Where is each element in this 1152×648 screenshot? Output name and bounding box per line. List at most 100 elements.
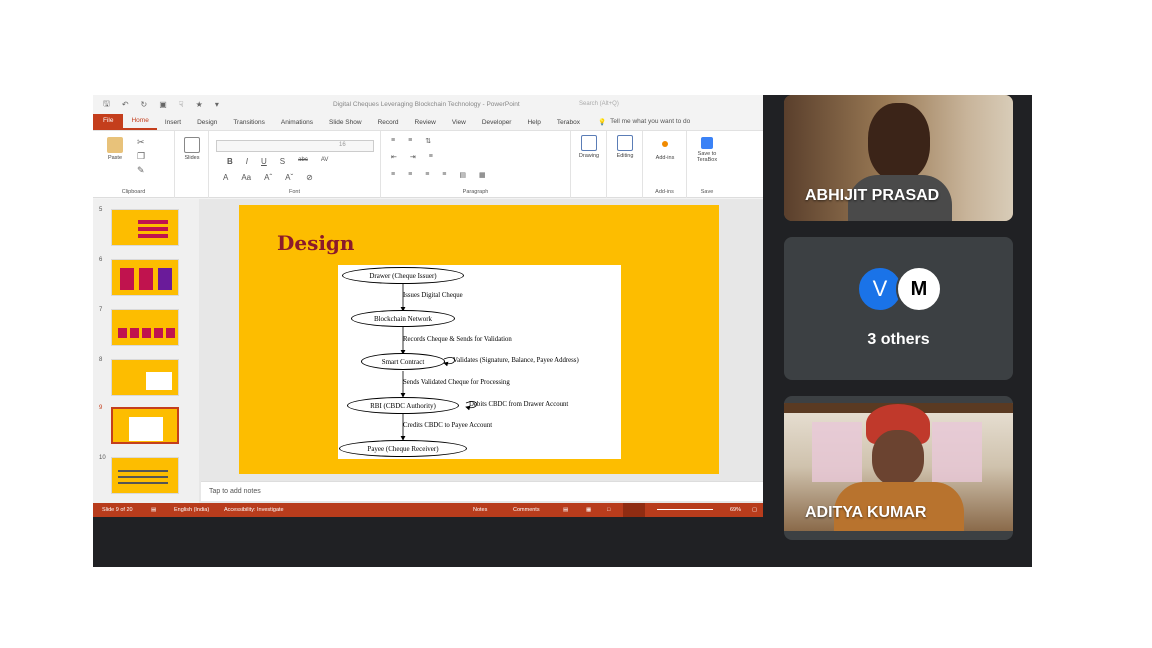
tab-view[interactable]: View [444,119,474,130]
strikethrough-icon[interactable]: abc [298,157,308,166]
zoom-level[interactable]: 69% [730,507,741,513]
customize-icon[interactable]: ▾ [215,100,219,109]
normal-view-icon[interactable]: ▤ [563,507,568,513]
slide-thumbnail[interactable] [111,259,179,296]
slide-title[interactable]: Design [277,231,354,255]
accessibility-status[interactable]: Accessibility: Investigate [224,507,284,513]
powerpoint-window: 🖫 ↶ ↻ ▣ ☟ ★ ▾ Digital Cheques Leveraging… [93,95,763,517]
tab-record[interactable]: Record [370,119,407,130]
thumbnail-row[interactable]: 8 [93,357,199,397]
grow-font-icon[interactable]: Aˆ [264,173,272,182]
new-slide-icon [184,137,200,153]
tab-slide-show[interactable]: Slide Show [321,119,370,130]
numbering-icon[interactable]: ≡ [408,137,412,145]
columns-icon[interactable]: ≡ [429,153,433,161]
smartart-icon[interactable]: ▦ [479,171,486,179]
save-icon[interactable]: 🖫 [103,98,110,112]
zoom-slider[interactable] [657,509,713,510]
tell-me-text: Tell me what you want to do [610,118,691,125]
thumbnail-row[interactable]: 10 [93,455,199,495]
slide-thumbnail[interactable] [111,359,179,396]
tell-me-box[interactable]: 💡 Tell me what you want to do [588,118,690,130]
thumbnail-number: 5 [99,207,103,213]
change-case-icon[interactable]: Aa [241,173,251,182]
drawing-button[interactable]: Drawing [575,135,603,159]
text-direction-icon[interactable]: ▤ [459,171,466,179]
slide-thumbnail[interactable] [111,457,179,494]
fit-slide-icon[interactable]: ▢ [752,507,757,513]
slide-sorter-icon[interactable]: ▦ [586,507,591,513]
justify-icon[interactable]: ≡ [442,171,446,179]
editing-label: Editing [616,153,634,159]
edge-label: Debits CBDC from Drawer Account [469,401,569,408]
tab-animations[interactable]: Animations [273,119,321,130]
comments-button[interactable]: Comments [513,507,540,513]
undo-icon[interactable]: ↶ [122,100,129,109]
spacing-icon[interactable]: AV [321,157,329,166]
font-size-box[interactable]: 16 [339,142,346,148]
slide-thumbnail[interactable] [111,209,179,246]
slideshow-view-icon[interactable] [623,503,645,517]
thumbnail-row[interactable]: 7 [93,307,199,347]
slide-thumbnail-selected[interactable] [111,407,179,444]
tab-terabox[interactable]: Terabox [549,119,588,130]
cut-icon[interactable]: ✂ [137,137,145,148]
shadow-icon[interactable]: S [280,157,285,166]
tab-insert[interactable]: Insert [157,119,189,130]
tab-design[interactable]: Design [189,119,225,130]
line-spacing-icon[interactable]: ⇅ [425,137,431,145]
others-tile[interactable]: V M 3 others [784,237,1013,380]
search-box[interactable]: Search (Alt+Q) [579,101,619,107]
align-right-icon[interactable]: ≡ [425,171,429,179]
font-color-icon[interactable]: A [223,173,228,182]
thumbnail-row[interactable]: 6 [93,257,199,297]
reading-view-icon[interactable]: □ [607,507,610,513]
italic-icon[interactable]: I [246,157,248,166]
clipboard-label: Clipboard [121,189,146,195]
redo-icon[interactable]: ↻ [141,100,148,109]
spelling-icon[interactable]: ▤ [151,507,156,513]
edge-label: Validates (Signature, Balance, Payee Add… [453,357,579,364]
save-terabox-button[interactable]: Save to TeraBox [691,137,723,163]
thumbnail-number: 10 [99,455,106,461]
paste-button[interactable]: Paste [103,137,127,161]
flow-diagram[interactable]: Drawer (Cheque Issuer) Blockchain Networ… [338,265,621,459]
touch-mode-icon[interactable]: ☟ [179,100,184,109]
tab-review[interactable]: Review [407,119,444,130]
bold-icon[interactable]: B [227,157,233,166]
current-slide[interactable]: Design Drawer (Cheque Issuer) Blockchain… [239,205,719,474]
format-row: B I U S abc AV [227,157,328,166]
font-name-box[interactable] [216,140,374,152]
notes-button[interactable]: Notes [473,507,487,513]
increase-indent-icon[interactable]: ⇥ [410,153,416,161]
tab-transitions[interactable]: Transitions [225,119,273,130]
language[interactable]: English (India) [174,507,209,513]
format-painter-icon[interactable]: ✎ [137,165,145,176]
present-icon[interactable]: ▣ [159,100,167,109]
participant-tile[interactable]: ADITYA KUMAR [784,396,1013,540]
decrease-indent-icon[interactable]: ⇤ [391,153,397,161]
thumbnail-row[interactable]: 5 [93,207,199,247]
avatar: M [896,266,942,312]
participant-tile[interactable]: ABHIJIT PRASAD [784,95,1013,221]
align-center-icon[interactable]: ≡ [408,171,412,179]
notes-pane[interactable]: Tap to add notes [201,481,763,501]
shrink-font-icon[interactable]: Aˇ [285,173,293,182]
slide-thumbnail[interactable] [111,309,179,346]
clear-format-icon[interactable]: ⊘ [306,173,313,182]
slides-button[interactable]: Slides [181,137,203,161]
copy-icon[interactable]: ❐ [137,151,145,162]
node-rbi: RBI (CBDC Authority) [347,397,459,414]
underline-icon[interactable]: U [261,157,267,166]
tab-home[interactable]: Home [123,117,157,130]
bullets-icon[interactable]: ≡ [391,137,395,145]
tab-help[interactable]: Help [519,119,548,130]
tab-file[interactable]: File [93,113,124,130]
addins-button-label: Add-ins [655,155,675,161]
star-icon[interactable]: ★ [196,100,203,109]
tab-developer[interactable]: Developer [474,119,520,130]
align-left-icon[interactable]: ≡ [391,171,395,179]
addins-button[interactable]: Add-ins [649,137,681,161]
thumbnail-row[interactable]: 9 [93,405,199,445]
editing-button[interactable]: Editing [611,135,639,159]
